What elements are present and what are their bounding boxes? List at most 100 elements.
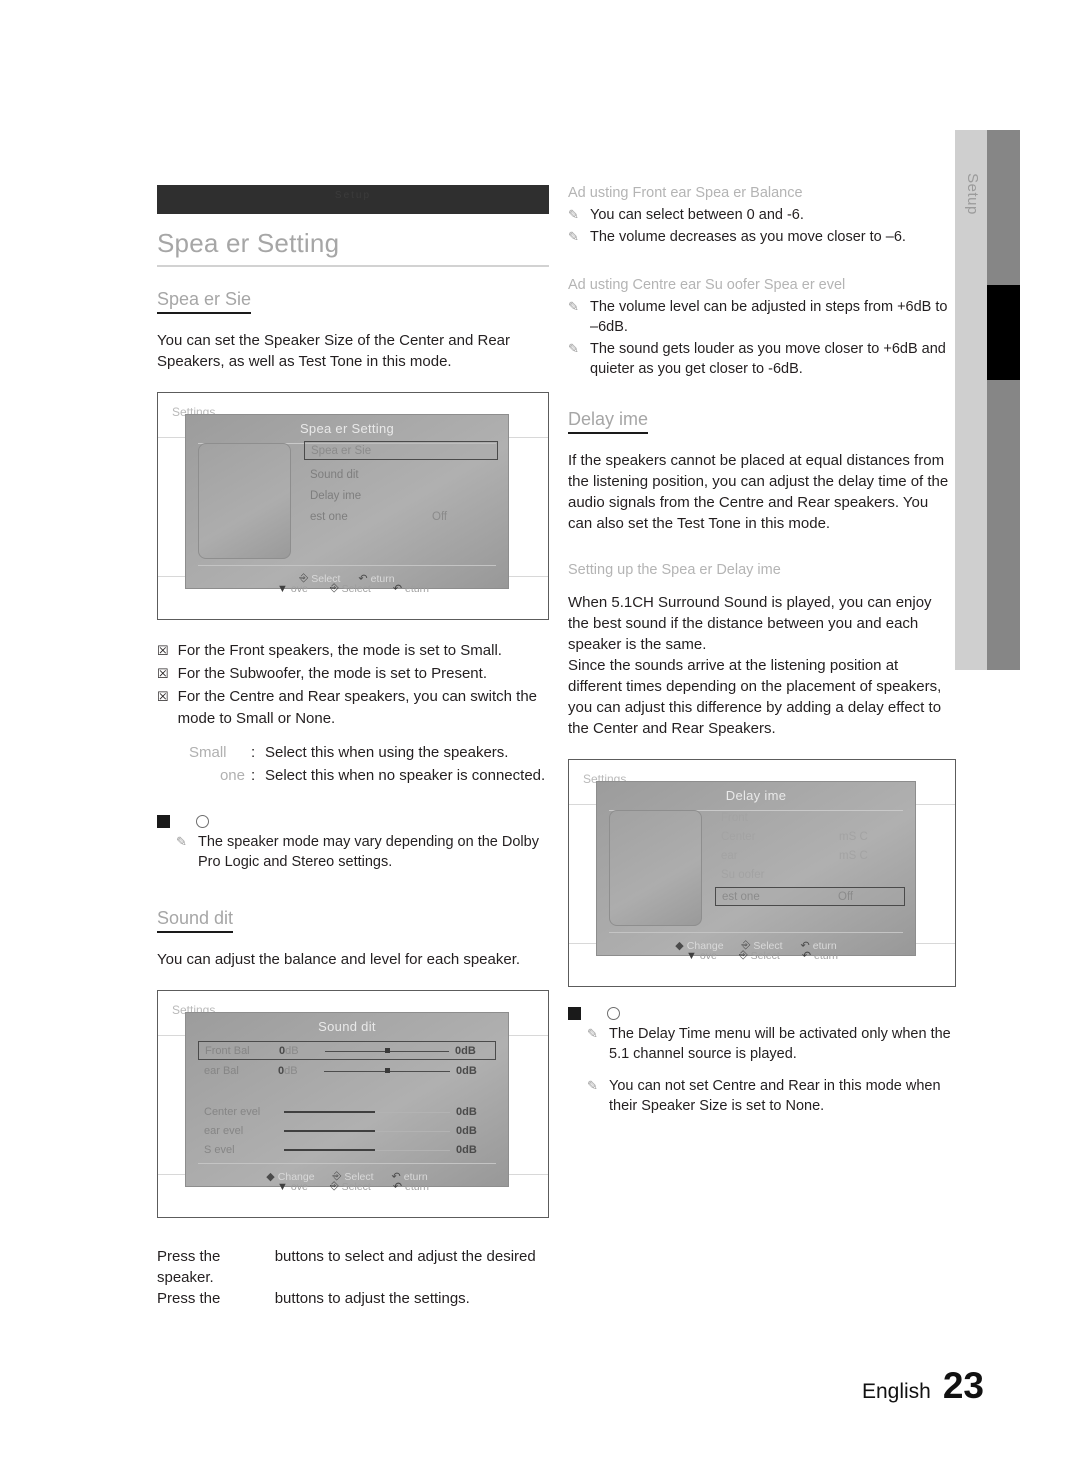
page-title: Spea er Setting (157, 228, 549, 267)
definition-term: one (219, 767, 245, 784)
level-slider[interactable] (284, 1126, 450, 1136)
return-icon: ↶ (392, 1181, 403, 1193)
menu-item-value: mS C (839, 830, 868, 843)
dialog-menu-list: Front Center mS C ear mS C Su oofer est … (715, 808, 905, 906)
filled-square-icon (568, 1007, 581, 1020)
row-center-level[interactable]: Center evel 0dB (198, 1102, 496, 1121)
pencil-icon: ✎ (568, 341, 579, 356)
definition-desc: Select this when no speaker is connected… (265, 767, 546, 784)
definition-small: Small : Select this when using the speak… (189, 741, 549, 764)
pencil-icon: ✎ (568, 229, 579, 244)
note-item: ✎ The Delay Time menu will be activated … (587, 1024, 956, 1064)
osd-screenshot-delay-time: Settings Delay ime Front Center mS C ear… (568, 759, 956, 987)
ghost-footer-label: Select (341, 1180, 371, 1193)
row-right-value: 0dB (455, 1044, 476, 1057)
balance-slider[interactable] (325, 1046, 449, 1056)
speaker-size-heading: Spea er Sie (157, 289, 252, 314)
row-value: 0dB (456, 1124, 477, 1137)
menu-item-front[interactable]: Front (715, 808, 905, 827)
right-column: Ad usting Front ear Spea er Balance ✎ Yo… (568, 185, 956, 1118)
row-label: S evel (204, 1143, 235, 1156)
pencil-icon: ✎ (587, 1026, 598, 1041)
press-suffix: buttons to adjust the settings. (274, 1290, 470, 1307)
definition-colon: : (251, 744, 256, 761)
section-dark-bar-text: Setup (334, 190, 372, 201)
footer-language: English (861, 1380, 931, 1403)
note-marker-group (568, 1007, 956, 1020)
definition-desc: Select this when using the speakers. (265, 744, 509, 761)
row-rear-level[interactable]: ear evel 0dB (198, 1121, 496, 1140)
filled-square-icon (157, 815, 170, 828)
down-arrow-icon: ▼ (277, 582, 288, 595)
dialog-preview-box (609, 810, 702, 926)
level-slider[interactable] (284, 1145, 450, 1155)
side-tab-dark-band (987, 130, 1020, 670)
menu-item-value: Off (432, 510, 448, 523)
pencil-icon: ✎ (176, 834, 187, 849)
note-item: ✎ The volume level can be adjusted in st… (568, 297, 956, 337)
setting-up-heading: Setting up the Spea er Delay ime (568, 562, 781, 578)
ghost-footer-label: eturn (405, 1180, 429, 1193)
ghost-footer-label: ove (290, 1180, 308, 1193)
menu-item-rear[interactable]: ear mS C (715, 846, 905, 865)
level-slider[interactable] (284, 1107, 450, 1117)
section-dark-bar: Setup (157, 185, 549, 214)
note-text: You can not set Centre and Rear in this … (609, 1078, 941, 1114)
delay-time-body: If the speakers cannot be placed at equa… (568, 452, 949, 532)
pencil-icon: ✎ (568, 207, 579, 222)
list-item: ☒ For the Front speakers, the mode is se… (157, 640, 549, 662)
down-arrow-icon: ▼ (277, 1180, 288, 1193)
circle-outline-icon (196, 815, 209, 828)
row-value: 0dB (456, 1143, 477, 1156)
press-prefix: Press the (157, 1290, 221, 1307)
row-value: 0dB (456, 1105, 477, 1118)
dialog-title: Spea er Setting (299, 421, 395, 436)
ghost-footer: ▼ ove ⎆ Select ↶ eturn (569, 949, 955, 962)
slider-knob[interactable] (384, 1068, 390, 1074)
enter-icon: ⎆ (738, 949, 748, 961)
note-text: The volume decreases as you move closer … (590, 229, 906, 245)
list-item-text: For the Subwoofer, the mode is set to Pr… (177, 665, 487, 682)
sound-edit-body: You can adjust the balance and level for… (157, 951, 521, 968)
dialog-preview-box (198, 443, 291, 559)
note-marker-group (157, 815, 549, 828)
pencil-icon: ✎ (587, 1078, 598, 1093)
square-bullet-icon: ☒ (157, 689, 169, 704)
row-label: ear evel (204, 1124, 244, 1137)
slider-knob[interactable] (384, 1048, 390, 1054)
menu-item-label: Front (721, 811, 748, 824)
menu-item-sound-edit[interactable]: Sound dit (304, 465, 498, 484)
note-text: The speaker mode may vary depending on t… (198, 834, 539, 870)
sound-edit-rows: Front Bal 0dB 0dB ear Bal 0dB 0dB Center… (198, 1041, 496, 1159)
menu-item-subwoofer[interactable]: Su oofer (715, 865, 905, 884)
definition-none: one : Select this when no speaker is con… (189, 764, 549, 787)
ghost-footer: ▼ ove ⎆ Select ↶ eturn (158, 582, 548, 595)
press-prefix: Press the (157, 1248, 221, 1265)
row-subwoofer-level[interactable]: S evel 0dB (198, 1140, 496, 1159)
row-rear-balance[interactable]: ear Bal 0dB 0dB (198, 1061, 496, 1080)
return-icon: ↶ (801, 950, 812, 962)
row-front-balance[interactable]: Front Bal 0dB 0dB (198, 1041, 496, 1060)
menu-item-speaker-size[interactable]: Spea er Sie (304, 441, 498, 460)
menu-item-delay-time[interactable]: Delay ime (304, 486, 498, 505)
note-text: You can select between 0 and -6. (590, 207, 804, 223)
down-arrow-icon: ▼ (686, 949, 697, 962)
menu-item-test-tone[interactable]: est one Off (304, 507, 498, 526)
dialog-footer-rule (609, 932, 903, 933)
setup-side-tab: Setup (955, 130, 1020, 670)
list-item-text: For the Front speakers, the mode is set … (177, 642, 502, 659)
note-text: The sound gets louder as you move closer… (590, 341, 946, 377)
balance-slider[interactable] (324, 1066, 450, 1076)
ghost-footer-label: eturn (405, 582, 429, 595)
balance-section-heading: Ad usting Front ear Spea er Balance (568, 185, 803, 201)
menu-item-test-tone[interactable]: est one Off (715, 887, 905, 906)
menu-item-center[interactable]: Center mS C (715, 827, 905, 846)
definition-colon: : (251, 767, 256, 784)
row-right-value: 0dB (456, 1064, 477, 1077)
return-icon: ↶ (392, 583, 403, 595)
list-item: ☒ For the Subwoofer, the mode is set to … (157, 663, 549, 685)
list-item: ☒ For the Centre and Rear speakers, you … (157, 686, 549, 730)
square-bullet-icon: ☒ (157, 643, 169, 658)
menu-item-label: Spea er Sie (311, 444, 372, 457)
menu-item-label: est one (722, 890, 760, 903)
